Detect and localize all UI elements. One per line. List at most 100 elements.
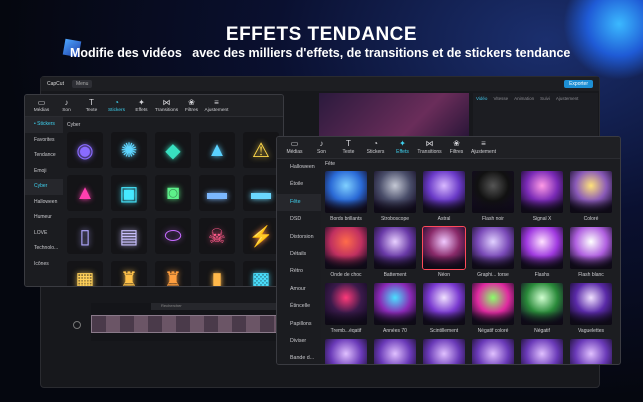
- effect-thumbnail[interactable]: [325, 339, 367, 364]
- property-tab-animation[interactable]: Animation: [514, 96, 534, 101]
- sticker-tile[interactable]: ☠: [199, 218, 235, 254]
- sidebar-item-etoile[interactable]: Étoile: [277, 176, 321, 193]
- effect-item[interactable]: Flash noir: [472, 171, 514, 227]
- property-tab-vitesse[interactable]: Vitesse: [493, 96, 508, 101]
- effect-item[interactable]: Flash blanc: [570, 227, 612, 283]
- effect-thumbnail[interactable]: [521, 283, 563, 325]
- effect-thumbnail[interactable]: [325, 283, 367, 325]
- effect-item[interactable]: Onde de choc: [325, 227, 367, 283]
- effect-item[interactable]: Astral: [423, 171, 465, 227]
- effect-thumbnail[interactable]: [422, 226, 466, 270]
- effect-item[interactable]: Coloré: [570, 171, 612, 227]
- tool-medias[interactable]: ▭ Médias: [281, 137, 308, 158]
- sticker-tile[interactable]: ♜: [155, 261, 191, 286]
- sidebar-item-distorsion[interactable]: Distorsion: [277, 229, 321, 246]
- sticker-tile[interactable]: ▮: [199, 261, 235, 286]
- sticker-tile[interactable]: ⬭: [155, 218, 191, 254]
- sidebar-item-etincelle[interactable]: Étincelle: [277, 298, 321, 315]
- sticker-tile[interactable]: ▤: [111, 218, 147, 254]
- property-tab-ajustement[interactable]: Ajustement: [556, 96, 579, 101]
- effect-item[interactable]: [374, 339, 416, 364]
- effect-thumbnail[interactable]: [521, 171, 563, 213]
- sticker-tile[interactable]: ▦: [67, 261, 103, 286]
- effect-thumbnail[interactable]: [325, 227, 367, 269]
- effect-thumbnail[interactable]: [472, 339, 514, 364]
- tool-ajustement[interactable]: ≡ Ajustement: [470, 137, 497, 158]
- sidebar-item-icones[interactable]: Icônes: [25, 257, 63, 273]
- property-tab-suivi[interactable]: Suivi: [540, 96, 550, 101]
- tool-texte[interactable]: T Texte: [79, 95, 104, 116]
- sidebar-item-retro[interactable]: Rétro: [277, 263, 321, 280]
- tool-ajustement[interactable]: ≡ Ajustement: [204, 95, 229, 116]
- effect-item[interactable]: Négatif: [521, 283, 563, 339]
- effect-item[interactable]: Négatif coloré: [472, 283, 514, 339]
- sidebar-item-fete[interactable]: Fête: [277, 193, 321, 212]
- sidebar-item-papillons[interactable]: Papillons: [277, 316, 321, 333]
- effect-thumbnail[interactable]: [570, 227, 612, 269]
- effect-thumbnail[interactable]: [570, 339, 612, 364]
- tool-stickers[interactable]: ◔ Stickers: [104, 95, 129, 116]
- effect-thumbnail[interactable]: [374, 171, 416, 213]
- tool-filtres[interactable]: ❀ Filtres: [443, 137, 470, 158]
- sticker-tile[interactable]: ✺: [111, 132, 147, 168]
- effect-item[interactable]: [423, 339, 465, 364]
- effect-item[interactable]: Vaguelettes: [570, 283, 612, 339]
- sticker-tile[interactable]: ⚠: [243, 132, 279, 168]
- tool-transitions[interactable]: ⋈ Transitions: [154, 95, 179, 116]
- tool-effets[interactable]: ✦ Effets: [389, 137, 416, 158]
- effect-item[interactable]: Néon: [422, 226, 466, 283]
- timeline-cover-button[interactable]: [73, 321, 81, 329]
- effect-item[interactable]: [472, 339, 514, 364]
- effect-thumbnail[interactable]: [423, 339, 465, 364]
- effect-item[interactable]: [521, 339, 563, 364]
- sticker-tile[interactable]: ◙: [155, 175, 191, 211]
- sticker-tile[interactable]: ▲: [67, 175, 103, 211]
- effect-item[interactable]: Graphi... torse: [472, 227, 514, 283]
- sticker-tile[interactable]: ▩: [243, 261, 279, 286]
- sidebar-item-tendance[interactable]: Tendance: [25, 148, 63, 164]
- sticker-tile[interactable]: ◉: [67, 132, 103, 168]
- effect-thumbnail[interactable]: [374, 227, 416, 269]
- sidebar-item-technolo[interactable]: Technolo...: [25, 241, 63, 257]
- sidebar-item-halloween[interactable]: Halloween: [277, 159, 321, 176]
- sticker-tile[interactable]: ▲: [199, 132, 235, 168]
- effect-item[interactable]: Tremb...éqatif: [325, 283, 367, 339]
- sticker-tile[interactable]: ▣: [111, 175, 147, 211]
- sidebar-item-diviser[interactable]: Diviser: [277, 333, 321, 350]
- effect-item[interactable]: [325, 339, 367, 364]
- tool-son[interactable]: ♪ Son: [308, 137, 335, 158]
- tool-transitions[interactable]: ⋈ Transitions: [416, 137, 443, 158]
- effect-item[interactable]: Battement: [374, 227, 416, 283]
- sidebar-item-halloween[interactable]: Halloween: [25, 195, 63, 211]
- sidebar-item-love[interactable]: LOVE: [25, 226, 63, 242]
- sidebar-item-favorites[interactable]: Favorites: [25, 133, 63, 149]
- effect-item[interactable]: Scintillement: [423, 283, 465, 339]
- effect-thumbnail[interactable]: [472, 171, 514, 213]
- effect-thumbnail[interactable]: [570, 171, 612, 213]
- tool-texte[interactable]: T Texte: [335, 137, 362, 158]
- effect-item[interactable]: Bords brillants: [325, 171, 367, 227]
- sidebar-item-bande-d[interactable]: Bande d...: [277, 350, 321, 364]
- tool-son[interactable]: ♪ Son: [54, 95, 79, 116]
- timeline-video-clip[interactable]: [91, 315, 281, 333]
- effect-thumbnail[interactable]: [423, 171, 465, 213]
- effect-item[interactable]: [570, 339, 612, 364]
- tool-effets[interactable]: ✦ Effets: [129, 95, 154, 116]
- effect-item[interactable]: Stroboscope: [374, 171, 416, 227]
- sidebar-item-amour[interactable]: Amour: [277, 281, 321, 298]
- effect-thumbnail[interactable]: [521, 339, 563, 364]
- sticker-tile[interactable]: ▯: [67, 218, 103, 254]
- sidebar-item-stickers[interactable]: • Stickers: [25, 117, 63, 133]
- menu-button[interactable]: Menu: [71, 80, 93, 88]
- sticker-tile[interactable]: ◆: [155, 132, 191, 168]
- effect-thumbnail[interactable]: [325, 171, 367, 213]
- effect-item[interactable]: Flashs: [521, 227, 563, 283]
- effect-thumbnail[interactable]: [423, 283, 465, 325]
- effect-item[interactable]: Signal X: [521, 171, 563, 227]
- effect-thumbnail[interactable]: [374, 283, 416, 325]
- effect-thumbnail[interactable]: [374, 339, 416, 364]
- sticker-tile[interactable]: ▬: [199, 175, 235, 211]
- effect-thumbnail[interactable]: [521, 227, 563, 269]
- sticker-tile[interactable]: ⚡: [243, 218, 279, 254]
- sticker-tile[interactable]: ▬: [243, 175, 279, 211]
